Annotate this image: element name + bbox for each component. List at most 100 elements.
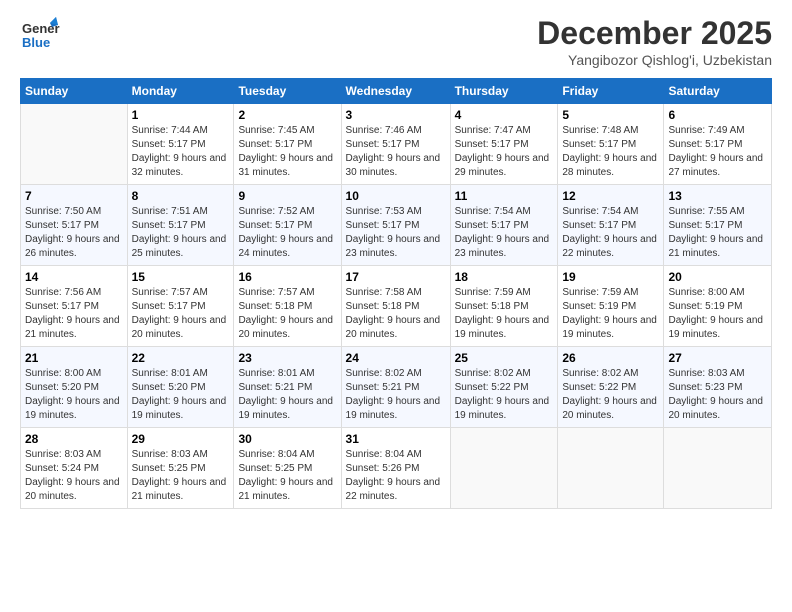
day-number: 15: [132, 270, 230, 284]
table-row: 11 Sunrise: 7:54 AMSunset: 5:17 PMDayligh…: [450, 185, 558, 266]
table-row: 29 Sunrise: 8:03 AMSunset: 5:25 PMDayligh…: [127, 428, 234, 509]
table-row: 26 Sunrise: 8:02 AMSunset: 5:22 PMDayligh…: [558, 347, 664, 428]
table-row: 5Sunrise: 7:48 AMSunset: 5:17 PMDaylight…: [558, 104, 664, 185]
table-row: 1 Sunrise: 7:44 AMSunset: 5:17 PMDaylight…: [127, 104, 234, 185]
day-number: 24: [346, 351, 446, 365]
col-sunday: Sunday: [21, 79, 128, 104]
table-row: 6Sunrise: 7:49 AMSunset: 5:17 PMDaylight…: [664, 104, 772, 185]
calendar-week-row: 28 Sunrise: 8:03 AMSunset: 5:24 PMDayligh…: [21, 428, 772, 509]
table-row: 15 Sunrise: 7:57 AMSunset: 5:17 PMDayligh…: [127, 266, 234, 347]
day-number: 29: [132, 432, 230, 446]
calendar-header-row: Sunday Monday Tuesday Wednesday Thursday…: [21, 79, 772, 104]
col-tuesday: Tuesday: [234, 79, 341, 104]
day-number: 9: [238, 189, 336, 203]
col-wednesday: Wednesday: [341, 79, 450, 104]
table-row: [664, 428, 772, 509]
day-number: 7: [25, 189, 123, 203]
day-info: Sunrise: 7:56 AMSunset: 5:17 PMDaylight:…: [25, 286, 123, 342]
table-row: 31Sunrise: 8:04 AMSunset: 5:26 PMDayligh…: [341, 428, 450, 509]
table-row: 30 Sunrise: 8:04 AMSunset: 5:25 PMDayligh…: [234, 428, 341, 509]
day-number: 5: [562, 108, 659, 122]
table-row: 22 Sunrise: 8:01 AMSunset: 5:20 PMDayligh…: [127, 347, 234, 428]
logo-icon: General Blue: [20, 15, 60, 55]
day-info: Sunrise: 8:00 AMSunset: 5:20 PMDaylight:…: [25, 367, 123, 423]
day-number: 13: [668, 189, 767, 203]
calendar-week-row: 7 Sunrise: 7:50 AMSunset: 5:17 PMDaylight…: [21, 185, 772, 266]
day-number: 28: [25, 432, 123, 446]
day-info: Sunrise: 7:58 AMSunset: 5:18 PMDaylight:…: [346, 286, 446, 342]
col-friday: Friday: [558, 79, 664, 104]
day-info: Sunrise: 7:44 AMSunset: 5:17 PMDaylight:…: [132, 124, 230, 180]
day-number: 11: [455, 189, 554, 203]
day-info: Sunrise: 8:03 AMSunset: 5:24 PMDaylight:…: [25, 448, 123, 504]
title-block: December 2025 Yangibozor Qishlog'i, Uzbe…: [537, 15, 772, 68]
table-row: 25Sunrise: 8:02 AMSunset: 5:22 PMDayligh…: [450, 347, 558, 428]
day-number: 22: [132, 351, 230, 365]
day-info: Sunrise: 8:04 AMSunset: 5:25 PMDaylight:…: [238, 448, 336, 504]
col-monday: Monday: [127, 79, 234, 104]
day-number: 26: [562, 351, 659, 365]
day-number: 10: [346, 189, 446, 203]
day-info: Sunrise: 7:55 AMSunset: 5:17 PMDaylight:…: [668, 205, 767, 261]
month-title: December 2025: [537, 15, 772, 52]
logo: General Blue: [20, 15, 60, 55]
table-row: 24 Sunrise: 8:02 AMSunset: 5:21 PMDayligh…: [341, 347, 450, 428]
day-info: Sunrise: 7:49 AMSunset: 5:17 PMDaylight:…: [668, 124, 767, 180]
table-row: 16Sunrise: 7:57 AMSunset: 5:18 PMDayligh…: [234, 266, 341, 347]
table-row: 2 Sunrise: 7:45 AMSunset: 5:17 PMDaylight…: [234, 104, 341, 185]
day-info: Sunrise: 7:57 AMSunset: 5:17 PMDaylight:…: [132, 286, 230, 342]
day-info: Sunrise: 7:59 AMSunset: 5:18 PMDaylight:…: [455, 286, 554, 342]
day-info: Sunrise: 7:57 AMSunset: 5:18 PMDaylight:…: [238, 286, 336, 342]
table-row: 19Sunrise: 7:59 AMSunset: 5:19 PMDayligh…: [558, 266, 664, 347]
table-row: 13 Sunrise: 7:55 AMSunset: 5:17 PMDayligh…: [664, 185, 772, 266]
day-number: 17: [346, 270, 446, 284]
day-number: 18: [455, 270, 554, 284]
day-number: 25: [455, 351, 554, 365]
day-number: 12: [562, 189, 659, 203]
table-row: 14 Sunrise: 7:56 AMSunset: 5:17 PMDayligh…: [21, 266, 128, 347]
day-info: Sunrise: 7:47 AMSunset: 5:17 PMDaylight:…: [455, 124, 554, 180]
day-number: 2: [238, 108, 336, 122]
day-info: Sunrise: 8:01 AMSunset: 5:20 PMDaylight:…: [132, 367, 230, 423]
header: General Blue December 2025 Yangibozor Qi…: [20, 15, 772, 68]
day-info: Sunrise: 7:54 AMSunset: 5:17 PMDaylight:…: [562, 205, 659, 261]
calendar-page: General Blue December 2025 Yangibozor Qi…: [0, 0, 792, 612]
day-info: Sunrise: 7:52 AMSunset: 5:17 PMDaylight:…: [238, 205, 336, 261]
day-number: 1: [132, 108, 230, 122]
table-row: 3Sunrise: 7:46 AMSunset: 5:17 PMDaylight…: [341, 104, 450, 185]
table-row: 4Sunrise: 7:47 AMSunset: 5:17 PMDaylight…: [450, 104, 558, 185]
day-info: Sunrise: 7:54 AMSunset: 5:17 PMDaylight:…: [455, 205, 554, 261]
table-row: [21, 104, 128, 185]
day-number: 21: [25, 351, 123, 365]
day-info: Sunrise: 8:02 AMSunset: 5:22 PMDaylight:…: [562, 367, 659, 423]
day-info: Sunrise: 8:01 AMSunset: 5:21 PMDaylight:…: [238, 367, 336, 423]
day-number: 23: [238, 351, 336, 365]
table-row: [558, 428, 664, 509]
table-row: 23 Sunrise: 8:01 AMSunset: 5:21 PMDayligh…: [234, 347, 341, 428]
day-info: Sunrise: 7:45 AMSunset: 5:17 PMDaylight:…: [238, 124, 336, 180]
table-row: 28 Sunrise: 8:03 AMSunset: 5:24 PMDayligh…: [21, 428, 128, 509]
calendar-week-row: 21 Sunrise: 8:00 AMSunset: 5:20 PMDayligh…: [21, 347, 772, 428]
day-info: Sunrise: 8:00 AMSunset: 5:19 PMDaylight:…: [668, 286, 767, 342]
day-info: Sunrise: 8:02 AMSunset: 5:21 PMDaylight:…: [346, 367, 446, 423]
day-number: 31: [346, 432, 446, 446]
day-info: Sunrise: 7:53 AMSunset: 5:17 PMDaylight:…: [346, 205, 446, 261]
day-number: 3: [346, 108, 446, 122]
table-row: 21 Sunrise: 8:00 AMSunset: 5:20 PMDayligh…: [21, 347, 128, 428]
day-number: 20: [668, 270, 767, 284]
day-number: 14: [25, 270, 123, 284]
day-info: Sunrise: 8:03 AMSunset: 5:25 PMDaylight:…: [132, 448, 230, 504]
day-info: Sunrise: 7:51 AMSunset: 5:17 PMDaylight:…: [132, 205, 230, 261]
day-number: 27: [668, 351, 767, 365]
table-row: 20 Sunrise: 8:00 AMSunset: 5:19 PMDayligh…: [664, 266, 772, 347]
day-info: Sunrise: 7:50 AMSunset: 5:17 PMDaylight:…: [25, 205, 123, 261]
table-row: 18 Sunrise: 7:59 AMSunset: 5:18 PMDayligh…: [450, 266, 558, 347]
day-number: 30: [238, 432, 336, 446]
col-thursday: Thursday: [450, 79, 558, 104]
table-row: [450, 428, 558, 509]
calendar-table: Sunday Monday Tuesday Wednesday Thursday…: [20, 78, 772, 509]
table-row: 10 Sunrise: 7:53 AMSunset: 5:17 PMDayligh…: [341, 185, 450, 266]
table-row: 27Sunrise: 8:03 AMSunset: 5:23 PMDayligh…: [664, 347, 772, 428]
day-number: 19: [562, 270, 659, 284]
col-saturday: Saturday: [664, 79, 772, 104]
